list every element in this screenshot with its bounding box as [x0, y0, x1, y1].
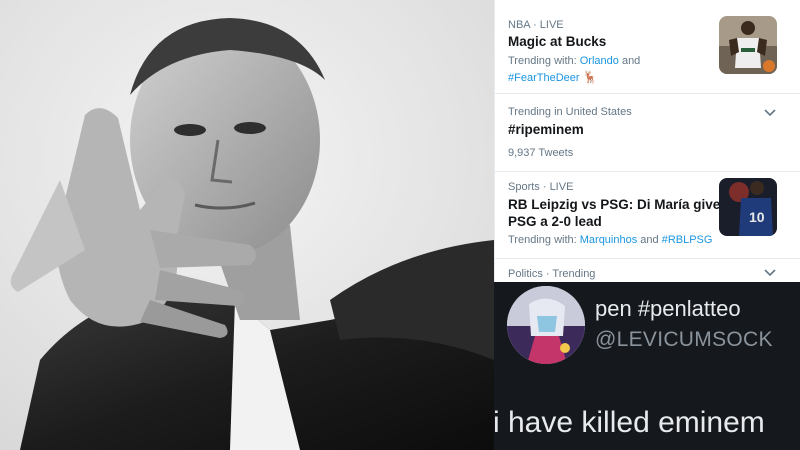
trend-title[interactable]: Magic at Bucks: [508, 33, 606, 51]
trend-link-rblpsg[interactable]: #RBLPSG: [662, 234, 713, 246]
trend-item-politics[interactable]: Politics · Trending: [495, 258, 800, 282]
trends-panel: NBA · LIVE Magic at Bucks Trending with:…: [494, 0, 800, 282]
trend-item-leipzig-psg[interactable]: Sports · LIVE RB Leipzig vs PSG: Di Marí…: [495, 171, 800, 259]
tweet-text: i have killed eminem: [494, 406, 765, 439]
trend-link-orlando[interactable]: Orlando: [580, 55, 619, 67]
trending-with-line2: #FearTheDeer 🦌: [508, 70, 598, 84]
avatar[interactable]: [507, 286, 585, 364]
man-pointing-photo: [0, 0, 494, 450]
and-text: and: [618, 55, 641, 67]
deer-emoji-icon: 🦌: [582, 70, 598, 84]
chevron-down-icon[interactable]: [763, 266, 777, 280]
trending-with: Trending with: Marquinhos and #RBLPSG: [508, 234, 712, 246]
trend-link-marquinhos[interactable]: Marquinhos: [580, 234, 637, 246]
trend-meta: Sports · LIVE: [508, 181, 574, 193]
trend-meta: Trending in United States: [508, 106, 632, 118]
user-handle[interactable]: @LEVICUMSOCK: [595, 328, 773, 352]
trending-with-label: Trending with:: [508, 55, 580, 67]
trending-with-label: Trending with:: [508, 234, 580, 246]
trend-link-fearthedeer[interactable]: #FearTheDeer: [508, 72, 580, 84]
and-text: and: [637, 234, 662, 246]
tweet-count: 9,937 Tweets: [508, 147, 574, 159]
trend-item-magic-at-bucks[interactable]: NBA · LIVE Magic at Bucks Trending with:…: [495, 0, 800, 94]
trend-title[interactable]: #ripeminem: [508, 121, 584, 139]
chevron-down-icon[interactable]: [763, 106, 777, 120]
trend-meta: NBA · LIVE: [508, 19, 564, 31]
trend-meta: Politics · Trending: [508, 268, 596, 280]
trend-title-line1[interactable]: RB Leipzig vs PSG: Di María gives: [508, 196, 728, 214]
basketball-player-photo[interactable]: [719, 16, 777, 74]
trend-item-ripeminem[interactable]: Trending in United States #ripeminem 9,9…: [495, 93, 800, 172]
svg-text:10: 10: [749, 209, 765, 225]
trending-with: Trending with: Orlando and: [508, 55, 640, 67]
trend-title-line2[interactable]: PSG a 2-0 lead: [508, 213, 602, 231]
display-name[interactable]: pen #penlatteo: [595, 296, 741, 322]
tweet-card: pen #penlatteo @LEVICUMSOCK i have kille…: [494, 282, 800, 450]
soccer-player-photo[interactable]: 10: [719, 178, 777, 236]
